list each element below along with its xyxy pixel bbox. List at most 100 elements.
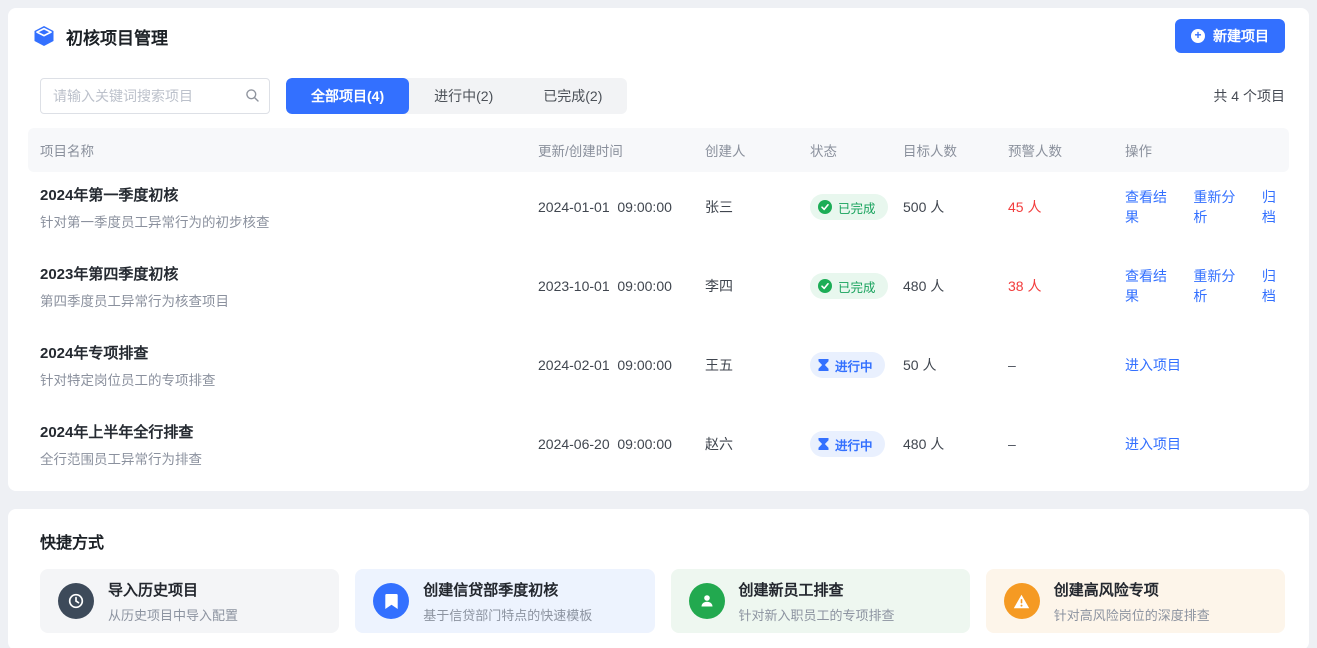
project-name: 2024年专项排查 [40, 342, 538, 363]
status-badge-in-progress: 进行中 [810, 352, 885, 378]
page-title: 初核项目管理 [66, 24, 168, 49]
row-actions: 进入项目 [1125, 434, 1289, 454]
status-label: 已完成 [838, 277, 876, 296]
project-time: 2024-06-20 09:00:00 [538, 436, 705, 452]
status-cell: 进行中 [810, 431, 903, 457]
row-actions: 查看结果 重新分析 归档 [1125, 187, 1289, 227]
shortcut-grid: 导入历史项目 从历史项目中导入配置 创建信贷部季度初核 基于信贷部门特点的快速模… [40, 569, 1285, 633]
check-circle-icon [818, 200, 832, 214]
shortcut-title: 导入历史项目 [108, 579, 238, 600]
shortcut-title: 创建信贷部季度初核 [423, 579, 592, 600]
table-row: 2023年第四季度初核 第四季度员工异常行为核查项目 2023-10-01 09… [28, 251, 1289, 321]
hourglass-icon [818, 359, 829, 371]
target-count: 480 人 [903, 276, 1008, 296]
target-count: 50 人 [903, 355, 1008, 375]
action-reanalyze[interactable]: 重新分析 [1193, 187, 1247, 227]
shortcut-import-history[interactable]: 导入历史项目 从历史项目中导入配置 [40, 569, 339, 633]
shortcut-text: 导入历史项目 从历史项目中导入配置 [108, 579, 238, 624]
tab-all-projects[interactable]: 全部项目(4) [286, 78, 409, 114]
status-badge-completed: 已完成 [810, 194, 888, 220]
project-name-cell: 2024年上半年全行排查 全行范围员工异常行为排查 [28, 421, 538, 468]
warning-count: 38 人 [1008, 276, 1125, 296]
page: 初核项目管理 + 新建项目 全部项目(4) 进行中(2) 已完成 [0, 0, 1317, 648]
status-badge-in-progress: 进行中 [810, 431, 885, 457]
action-archive[interactable]: 归档 [1262, 266, 1289, 306]
status-cell: 进行中 [810, 352, 903, 378]
search-box [40, 78, 270, 114]
project-time: 2024-01-01 09:00:00 [538, 199, 705, 215]
projects-table: 项目名称 更新/创建时间 创建人 状态 目标人数 预警人数 操作 2024年第一… [28, 128, 1289, 479]
col-project-name: 项目名称 [28, 140, 538, 160]
filter-tabs: 全部项目(4) 进行中(2) 已完成(2) [286, 78, 627, 114]
status-label: 已完成 [838, 198, 876, 217]
warning-icon [1004, 583, 1040, 619]
table-row: 2024年上半年全行排查 全行范围员工异常行为排查 2024-06-20 09:… [28, 409, 1289, 479]
project-description: 第四季度员工异常行为核查项目 [40, 290, 538, 310]
action-reanalyze[interactable]: 重新分析 [1193, 266, 1247, 306]
table-row: 2024年第一季度初核 针对第一季度员工异常行为的初步核查 2024-01-01… [28, 172, 1289, 242]
warning-count: – [1008, 357, 1125, 373]
total-count-text: 共 4 个项目 [1213, 86, 1285, 106]
table-body: 2024年第一季度初核 针对第一季度员工异常行为的初步核查 2024-01-01… [28, 172, 1289, 479]
project-creator: 王五 [705, 355, 810, 375]
action-archive[interactable]: 归档 [1262, 187, 1289, 227]
shortcut-create-high-risk-special[interactable]: 创建高风险专项 针对高风险岗位的深度排查 [986, 569, 1285, 633]
col-warning-count: 预警人数 [1008, 140, 1125, 160]
project-creator: 赵六 [705, 434, 810, 454]
project-name: 2024年第一季度初核 [40, 184, 538, 205]
status-cell: 已完成 [810, 273, 903, 299]
warning-count: – [1008, 436, 1125, 452]
project-description: 针对特定岗位员工的专项排查 [40, 369, 538, 389]
action-enter-project[interactable]: 进入项目 [1125, 355, 1181, 375]
warning-count: 45 人 [1008, 197, 1125, 217]
shortcut-description: 针对高风险岗位的深度排查 [1054, 605, 1210, 624]
shortcut-title: 创建新员工排查 [739, 579, 895, 600]
project-management-card: 初核项目管理 + 新建项目 全部项目(4) 进行中(2) 已完成 [8, 8, 1309, 491]
table-header-row: 项目名称 更新/创建时间 创建人 状态 目标人数 预警人数 操作 [28, 128, 1289, 172]
check-circle-icon [818, 279, 832, 293]
shortcut-description: 基于信贷部门特点的快速模板 [423, 605, 592, 624]
status-label: 进行中 [835, 435, 873, 454]
project-name-cell: 2023年第四季度初核 第四季度员工异常行为核查项目 [28, 263, 538, 310]
shortcut-create-new-employee-check[interactable]: 创建新员工排查 针对新入职员工的专项排查 [671, 569, 970, 633]
new-project-label: 新建项目 [1213, 26, 1269, 46]
project-creator: 李四 [705, 276, 810, 296]
status-badge-completed: 已完成 [810, 273, 888, 299]
shortcut-title: 创建高风险专项 [1054, 579, 1210, 600]
shortcut-description: 针对新入职员工的专项排查 [739, 605, 895, 624]
col-creator: 创建人 [705, 140, 810, 160]
status-cell: 已完成 [810, 194, 903, 220]
bookmark-icon [373, 583, 409, 619]
project-name-cell: 2024年第一季度初核 针对第一季度员工异常行为的初步核查 [28, 184, 538, 231]
project-description: 针对第一季度员工异常行为的初步核查 [40, 211, 538, 231]
col-actions: 操作 [1125, 140, 1289, 160]
tab-in-progress[interactable]: 进行中(2) [409, 78, 518, 114]
tab-completed[interactable]: 已完成(2) [518, 78, 627, 114]
target-count: 500 人 [903, 197, 1008, 217]
col-target-count: 目标人数 [903, 140, 1008, 160]
new-project-button[interactable]: + 新建项目 [1175, 19, 1285, 53]
table-row: 2024年专项排查 针对特定岗位员工的专项排查 2024-02-01 09:00… [28, 330, 1289, 400]
search-icon[interactable] [245, 88, 260, 108]
shortcuts-section: 快捷方式 导入历史项目 从历史项目中导入配置 [8, 509, 1309, 648]
history-clock-icon [58, 583, 94, 619]
project-name: 2024年上半年全行排查 [40, 421, 538, 442]
project-name: 2023年第四季度初核 [40, 263, 538, 284]
action-view-results[interactable]: 查看结果 [1125, 266, 1179, 306]
user-icon [689, 583, 725, 619]
col-update-time: 更新/创建时间 [538, 140, 705, 160]
action-enter-project[interactable]: 进入项目 [1125, 434, 1181, 454]
hourglass-icon [818, 438, 829, 450]
project-description: 全行范围员工异常行为排查 [40, 448, 538, 468]
action-view-results[interactable]: 查看结果 [1125, 187, 1179, 227]
title-wrap: 初核项目管理 [32, 24, 168, 49]
shortcuts-title: 快捷方式 [40, 529, 1285, 553]
shortcut-create-credit-review[interactable]: 创建信贷部季度初核 基于信贷部门特点的快速模板 [355, 569, 654, 633]
status-label: 进行中 [835, 356, 873, 375]
project-time: 2024-02-01 09:00:00 [538, 357, 705, 373]
target-count: 480 人 [903, 434, 1008, 454]
shortcut-text: 创建高风险专项 针对高风险岗位的深度排查 [1054, 579, 1210, 624]
search-input[interactable] [40, 78, 270, 114]
shortcut-text: 创建新员工排查 针对新入职员工的专项排查 [739, 579, 895, 624]
project-creator: 张三 [705, 197, 810, 217]
